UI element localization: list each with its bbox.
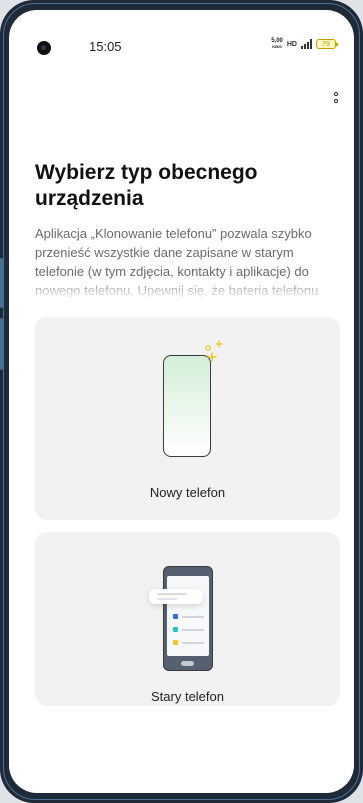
old-phone-label: Stary telefon bbox=[151, 689, 224, 704]
sparkle-icon bbox=[205, 340, 223, 362]
page-description: Aplikacja „Klonowanie telefonu” pozwala … bbox=[35, 226, 319, 298]
new-phone-label: Nowy telefon bbox=[149, 485, 226, 500]
page-title: Wybierz typ obecnego urządzenia bbox=[35, 161, 258, 210]
network-speed-unit: KB/S bbox=[272, 44, 282, 49]
phone-screen: 15:05 5,00 KB/S HD 79 Wybierz typ obecne… bbox=[9, 10, 354, 793]
device-frame: 15:05 5,00 KB/S HD 79 Wybierz typ obecne… bbox=[0, 0, 363, 803]
old-phone-icon bbox=[163, 566, 213, 671]
more-options-icon[interactable] bbox=[330, 85, 342, 109]
new-phone-icon bbox=[163, 355, 211, 457]
old-phone-screen bbox=[167, 576, 209, 656]
side-button-volume bbox=[0, 258, 3, 308]
message-bubble-icon bbox=[149, 589, 203, 604]
front-camera-icon bbox=[37, 41, 51, 55]
battery-level: 79 bbox=[322, 41, 330, 48]
status-icons: 5,00 KB/S HD 79 bbox=[271, 38, 338, 50]
signal-icon bbox=[301, 39, 312, 49]
new-phone-option[interactable]: Nowy telefon bbox=[35, 317, 340, 520]
volte-badge: HD bbox=[286, 40, 297, 48]
old-phone-option[interactable]: Stary telefon bbox=[35, 532, 340, 706]
status-time: 15:05 bbox=[89, 39, 122, 54]
network-speed: 5,00 KB/S bbox=[271, 38, 283, 50]
old-phone-home-button bbox=[181, 661, 194, 666]
battery-icon: 79 bbox=[316, 39, 338, 49]
side-button-power bbox=[0, 318, 3, 370]
